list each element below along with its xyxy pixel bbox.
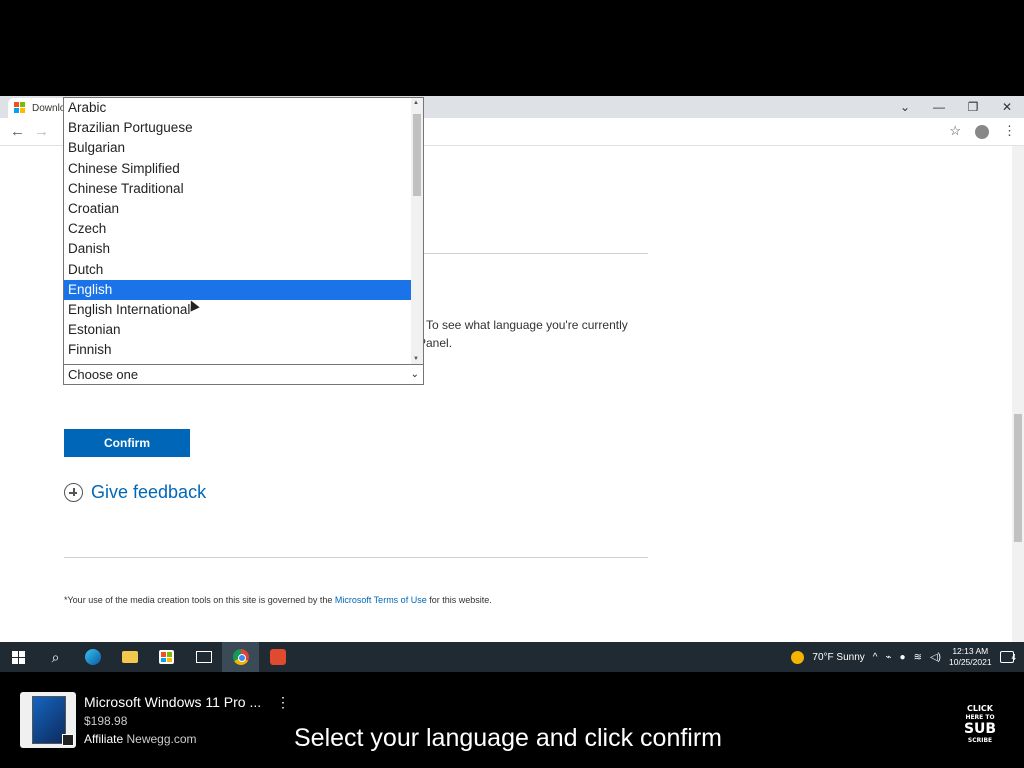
dropdown-option[interactable]: Czech — [64, 219, 423, 239]
page-scrollbar[interactable] — [1012, 146, 1024, 642]
video-overlay: Microsoft Windows 11 Pro ... ⋮ $198.98 A… — [0, 672, 1024, 768]
dropdown-scrollbar[interactable]: ▲ ▼ — [411, 98, 423, 364]
search-icon[interactable]: ⌕ — [37, 642, 74, 672]
microphone-icon[interactable]: ● — [900, 652, 906, 663]
profile-avatar-icon[interactable] — [975, 125, 989, 139]
dropdown-option[interactable]: Estonian — [64, 320, 423, 340]
language-dropdown-list[interactable]: Arabic Brazilian Portuguese Bulgarian Chine… — [63, 97, 424, 365]
subscribe-watermark[interactable]: CLICK HERE TO SUB SCRIBE — [958, 704, 1002, 745]
plus-circle-icon — [64, 483, 83, 502]
tab-title: Downlo — [32, 102, 66, 114]
bookmark-star-icon[interactable]: ☆ — [949, 123, 961, 139]
more-menu-icon[interactable]: ⋮ — [1003, 123, 1016, 139]
dropdown-option[interactable]: English — [64, 279, 423, 300]
sub-line-4: SCRIBE — [967, 737, 993, 744]
address-bar-actions: ☆ ⋮ — [949, 123, 1016, 139]
confirm-button[interactable]: Confirm — [64, 429, 190, 457]
info-line-2: Panel. — [418, 336, 453, 350]
give-feedback-label: Give feedback — [91, 482, 207, 502]
external-link-icon — [62, 734, 74, 746]
chevron-down-icon: ⌄ — [410, 369, 419, 380]
window-controls: ⌄ — ❐ ✕ — [888, 96, 1024, 118]
product-affiliate: Affiliate Newegg.com — [84, 732, 197, 746]
dropdown-option[interactable]: Dutch — [64, 260, 423, 280]
network-icon[interactable]: ⌁ — [886, 652, 892, 663]
notification-count: 4 — [1011, 652, 1016, 662]
tab-search-icon[interactable]: ⌄ — [888, 96, 922, 118]
edge-icon[interactable] — [74, 642, 111, 672]
language-select-value: Choose one — [68, 367, 139, 382]
minimize-button[interactable]: — — [922, 96, 956, 118]
affiliate-label: Affiliate — [84, 732, 124, 746]
forward-arrow-icon[interactable]: → — [34, 123, 49, 140]
language-select[interactable]: Choose one ⌄ — [63, 364, 424, 385]
product-thumbnail[interactable] — [20, 692, 76, 748]
terms-footnote-suffix: for this website. — [426, 595, 492, 605]
file-explorer-icon[interactable] — [111, 642, 148, 672]
recorder-app-icon[interactable] — [259, 642, 296, 672]
language-info-text: To see what language you're currently Pa… — [418, 316, 656, 352]
clock[interactable]: 12:13 AM 10/25/2021 — [949, 646, 992, 668]
windows-taskbar: ⌕ 70°F Sunny ^ ⌁ ● ≋ ◁) 12:13 AM 10/25/2… — [0, 642, 1024, 672]
info-line-1: To see what language you're currently — [426, 318, 628, 332]
volume-icon[interactable]: ◁) — [930, 652, 941, 663]
restore-button[interactable]: ❐ — [956, 96, 990, 118]
dropdown-option[interactable]: English International — [64, 300, 423, 320]
chrome-icon[interactable] — [222, 642, 259, 672]
dropdown-scrollbar-thumb[interactable] — [413, 114, 421, 196]
dropdown-option[interactable]: Bulgarian — [64, 138, 423, 158]
dropdown-option[interactable]: Danish — [64, 239, 423, 259]
scroll-down-icon[interactable]: ▼ — [413, 356, 419, 362]
dropdown-option[interactable]: Arabic — [64, 98, 423, 118]
video-frame: Downlo ⌄ — ❐ ✕ ← → ☆ ⋮ To see what langu… — [0, 0, 1024, 768]
terms-footnote: *Your use of the media creation tools on… — [64, 595, 492, 605]
sub-line-1: CLICK — [966, 704, 993, 713]
mail-icon[interactable] — [185, 642, 222, 672]
dropdown-option[interactable]: Finnish — [64, 340, 423, 360]
product-title[interactable]: Microsoft Windows 11 Pro ... — [84, 694, 261, 710]
store-icon[interactable] — [148, 642, 185, 672]
back-arrow-icon[interactable]: ← — [10, 123, 25, 140]
weather-text[interactable]: 70°F Sunny — [812, 652, 864, 663]
product-more-icon[interactable]: ⋮ — [276, 694, 290, 711]
microsoft-logo-icon — [14, 102, 26, 114]
scroll-up-icon[interactable]: ▲ — [413, 100, 419, 106]
product-price: $198.98 — [84, 714, 128, 728]
product-box-image — [32, 696, 66, 744]
dropdown-option[interactable]: Chinese Traditional — [64, 179, 423, 199]
page-scrollbar-thumb[interactable] — [1014, 414, 1022, 542]
wifi-icon[interactable]: ≋ — [914, 652, 922, 663]
weather-sun-icon[interactable] — [791, 650, 805, 664]
tray-overflow-icon[interactable]: ^ — [873, 652, 878, 663]
video-caption: Select your language and click confirm — [294, 724, 723, 752]
divider-bottom — [64, 557, 648, 558]
sub-line-3: SUB — [963, 721, 997, 737]
terms-of-use-link[interactable]: Microsoft Terms of Use — [335, 595, 427, 605]
windows-logo-icon — [12, 650, 25, 664]
start-button[interactable] — [0, 642, 37, 672]
dropdown-option[interactable]: Brazilian Portuguese — [64, 118, 423, 138]
dropdown-option[interactable]: Chinese Simplified — [64, 159, 423, 179]
clock-time: 12:13 AM — [952, 646, 989, 656]
dropdown-options: Arabic Brazilian Portuguese Bulgarian Chine… — [64, 98, 423, 360]
dropdown-option[interactable]: Croatian — [64, 199, 423, 219]
clock-date: 10/25/2021 — [949, 657, 992, 667]
give-feedback-link[interactable]: Give feedback — [64, 482, 206, 503]
close-button[interactable]: ✕ — [990, 96, 1024, 118]
affiliate-store: Newegg.com — [126, 732, 197, 746]
system-tray: 70°F Sunny ^ ⌁ ● ≋ ◁) 12:13 AM 10/25/202… — [791, 646, 1024, 668]
terms-footnote-prefix: *Your use of the media creation tools on… — [64, 595, 335, 605]
